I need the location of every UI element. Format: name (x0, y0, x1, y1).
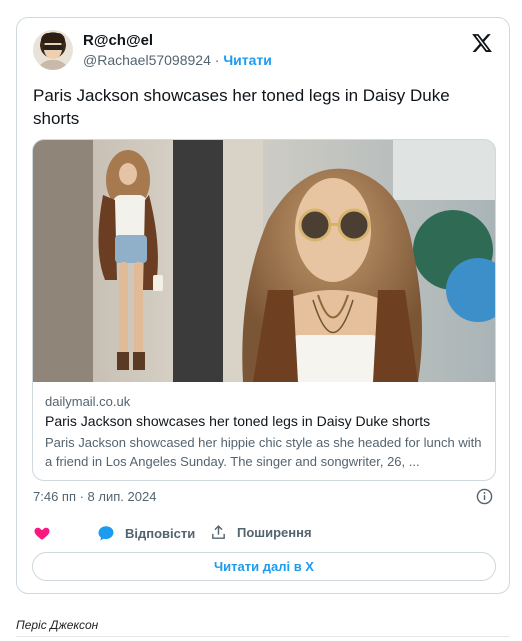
avatar[interactable] (33, 30, 73, 70)
share-button[interactable]: Поширення (210, 524, 312, 541)
reply-button[interactable]: Відповісти (97, 524, 195, 542)
reply-label: Відповісти (125, 525, 196, 541)
share-icon (212, 525, 225, 539)
link-domain: dailymail.co.uk (45, 394, 131, 409)
info-icon[interactable] (476, 488, 493, 505)
link-preview-card[interactable]: dailymail.co.uk Paris Jackson showcases … (32, 139, 496, 481)
tweet-text: Paris Jackson showcases her toned legs i… (33, 86, 450, 128)
heart-icon (34, 527, 50, 540)
divider (16, 636, 510, 637)
read-more-button[interactable]: Читати далі в X (32, 552, 496, 581)
tweet-header: R@ch@el @Rachael57098924 · Читати (33, 30, 493, 78)
separator-dot: · (214, 52, 220, 68)
like-button[interactable] (33, 524, 51, 542)
link-description: Paris Jackson showcased her hippie chic … (45, 435, 482, 469)
image-caption: Періс Джексон (16, 618, 99, 632)
follow-link[interactable]: Читати (223, 52, 272, 68)
link-info: dailymail.co.uk Paris Jackson showcases … (45, 393, 485, 471)
reply-bubble-icon (98, 526, 114, 541)
article-photo (33, 140, 495, 382)
author-handle-line: @Rachael57098924 · Читати (83, 52, 272, 68)
x-logo-icon[interactable] (471, 32, 493, 54)
link-title: Paris Jackson showcases her toned legs i… (45, 413, 431, 429)
author-name[interactable]: R@ch@el (83, 32, 153, 49)
share-label: Поширення (237, 525, 312, 540)
tweet-actions: Відповісти Поширення (33, 524, 493, 544)
embedded-tweet-card: R@ch@el @Rachael57098924 · Читати Paris … (16, 17, 510, 594)
author-handle[interactable]: @Rachael57098924 (83, 52, 211, 68)
tweet-timestamp[interactable]: 7:46 пп · 8 лип. 2024 (33, 489, 156, 504)
